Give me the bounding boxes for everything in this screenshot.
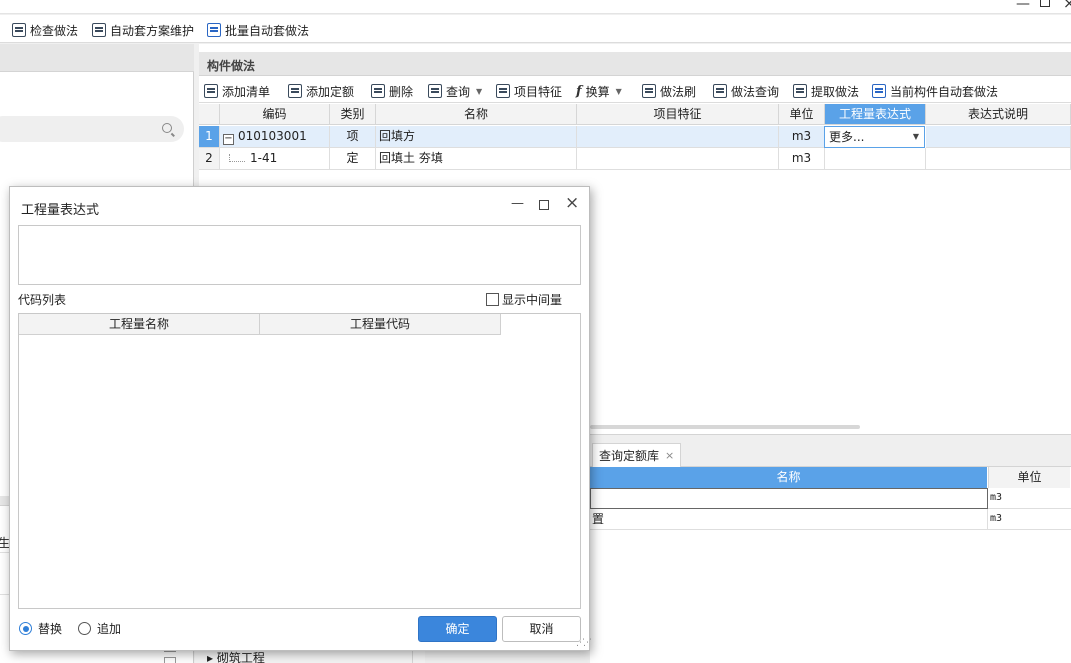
method-brush-button[interactable]: 做法刷 [642,82,696,100]
dialog-title: 工程量表达式 [21,203,100,218]
grid-cell-type[interactable]: 定 [330,148,376,170]
code-list-label: 代码列表 [18,293,67,307]
grid-cell-desc[interactable] [926,148,1071,170]
query-icon [428,84,442,98]
bottom-header-unit[interactable]: 单位 [988,467,1071,488]
trash-icon [371,84,385,98]
tree-item[interactable]: ▸ 砌筑工程 [207,649,265,663]
mode-radio-group: 替换 追加 [19,620,121,637]
feature-icon [496,84,510,98]
method-toolbar: 添加清单 添加定额 删除 查询 ▼ 项目特征 f 换算 ▼ 做法刷 做法查询 提取做法… [199,77,1071,103]
check-method-button[interactable]: 检查做法 [12,21,78,39]
add-list-icon [204,84,218,98]
list-header-quantity-code[interactable]: 工程量代码 [260,314,501,335]
bottom-tabstrip: 查询定额库 × [590,435,1071,467]
grid-cell-feature[interactable] [577,126,779,148]
resize-grip-icon[interactable]: ⋰⋰ [576,638,592,648]
grid-cell-type[interactable]: 项 [330,126,376,148]
convert-button[interactable]: f 换算 ▼ [576,82,622,100]
current-auto-button[interactable]: 当前构件自动套做法 [872,82,998,100]
code-list-table: 工程量名称 工程量代码 [18,313,581,609]
window-titlebar [0,0,1071,14]
check-list-icon [12,23,26,37]
tab-label: 查询定额库 [599,448,660,463]
grid-cell-name[interactable]: 回填土 夯填 [376,148,577,170]
grid-cell-expression[interactable] [825,148,926,170]
tab-query-quota-library[interactable]: 查询定额库 × [592,443,682,467]
grid-cell-feature[interactable] [577,148,779,170]
method-query-icon [713,84,727,98]
grid-header-expression[interactable]: 工程量表达式 [825,104,926,125]
query-button[interactable]: 查询 ▼ [428,82,482,100]
add-list-button[interactable]: 添加清单 [204,82,270,100]
show-intermediate-checkbox[interactable]: 显示中间量 [486,291,562,308]
extract-method-button[interactable]: 提取做法 [793,82,859,100]
grid-header-name[interactable]: 名称 [376,104,577,125]
auto-scheme-button[interactable]: 自动套方案维护 [92,21,194,39]
left-search-input[interactable] [0,116,184,142]
grid-corner [199,104,220,125]
ok-button[interactable]: 确定 [418,616,497,642]
checkbox[interactable] [164,657,176,663]
grid-header-code[interactable]: 编码 [220,104,330,125]
cancel-button[interactable]: 取消 [502,616,581,642]
panel-header: 构件做法 [199,52,1071,76]
grid-cell-unit[interactable]: m3 [779,126,825,148]
tree-connector [229,154,245,162]
fx-icon: f [576,83,582,99]
checkbox-box[interactable] [486,293,499,306]
top-toolbar: 检查做法 自动套方案维护 批量自动套做法 [0,15,1071,43]
grid-cell-name[interactable]: 回填方 [376,126,577,148]
bottom-cell-name[interactable] [590,488,988,509]
delete-button[interactable]: 删除 [371,82,413,100]
maximize-icon[interactable] [1040,0,1050,7]
expression-combobox[interactable]: 更多... ▼ [824,126,925,148]
list-header-quantity-name[interactable]: 工程量名称 [19,314,260,335]
add-quota-icon [288,84,302,98]
radio-append[interactable] [78,622,92,635]
scheme-icon [92,23,106,37]
chevron-down-icon[interactable]: ▼ [913,127,919,147]
bottom-cell-name[interactable]: 置 [590,509,988,530]
combo-value: 更多... [829,130,865,144]
minimize-icon[interactable]: — [511,196,524,211]
auto-apply-icon [872,84,886,98]
grid-cell-unit[interactable]: m3 [779,148,825,170]
method-query-button[interactable]: 做法查询 [713,82,779,100]
row-number[interactable]: 2 [199,148,220,170]
bottom-cell-unit[interactable]: m3 [988,488,1071,509]
left-panel-header [0,44,194,72]
panel-title: 构件做法 [207,59,256,73]
cell-text: 010103001 [238,129,307,143]
extract-icon [793,84,807,98]
grid-header-type[interactable]: 类别 [330,104,376,125]
quota-library-panel: 查询定额库 × 名称 单位 m3 置 m3 [590,434,1071,663]
batch-auto-button[interactable]: 批量自动套做法 [207,21,309,39]
bottom-header-name[interactable]: 名称 [590,467,988,488]
expression-input[interactable] [18,225,581,285]
search-icon[interactable] [162,123,172,133]
close-icon[interactable]: × [565,193,579,213]
bottom-cell-unit[interactable]: m3 [988,509,1071,530]
minimize-icon[interactable]: — [1016,0,1030,12]
add-quota-button[interactable]: 添加定额 [288,82,354,100]
grid-header-feature[interactable]: 项目特征 [577,104,779,125]
chevron-down-icon: ▼ [476,86,483,96]
grid-cell-code[interactable]: −010103001 [220,126,330,148]
maximize-icon[interactable] [539,200,549,210]
project-feature-button[interactable]: 项目特征 [496,82,562,100]
grid-header-expression-desc[interactable]: 表达式说明 [926,104,1071,125]
horizontal-scrollbar[interactable] [590,425,860,429]
batch-icon [207,23,221,37]
close-icon[interactable]: × [1063,0,1071,12]
radio-replace[interactable] [19,622,32,635]
grid-header-unit[interactable]: 单位 [779,104,825,125]
row-number[interactable]: 1 [199,126,220,148]
chevron-down-icon: ▼ [615,86,622,96]
brush-icon [642,84,656,98]
close-icon[interactable]: × [665,445,674,467]
quantity-expression-dialog: 工程量表达式 — × 代码列表 显示中间量 工程量名称 工程量代码 替换 追加 … [9,186,592,651]
grid-cell-desc[interactable] [926,126,1071,148]
collapse-icon[interactable]: − [223,134,234,145]
